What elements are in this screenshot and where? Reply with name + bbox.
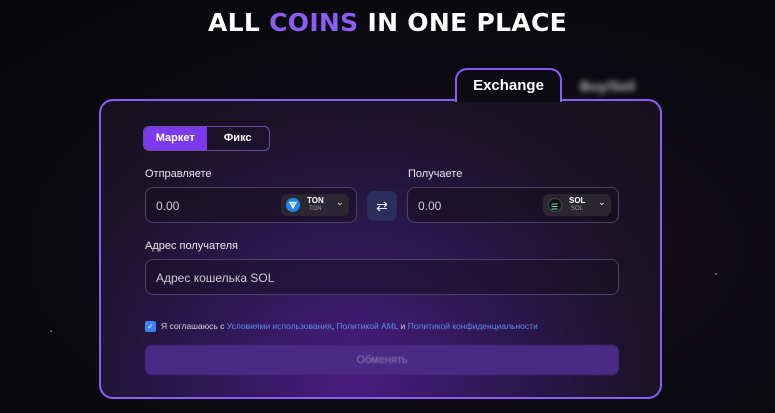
chevron-down-icon: ⌄	[335, 197, 344, 208]
receive-coin-select[interactable]: SOL SOL ⌄	[543, 194, 611, 216]
headline-part1: ALL	[208, 8, 270, 37]
star-decoration	[50, 330, 52, 332]
receive-amount-value[interactable]: 0.00	[418, 199, 441, 213]
ton-icon	[286, 198, 300, 212]
recipient-address-input[interactable]: Адрес кошелька SOL	[145, 259, 619, 295]
exchange-submit-button[interactable]: Обменять	[145, 345, 619, 375]
mode-market-button[interactable]: Маркет	[144, 127, 207, 150]
rate-mode-toggle: Маркет Фикс	[143, 126, 270, 151]
star-decoration	[715, 273, 717, 275]
send-label: Отправляете	[145, 168, 212, 180]
agreement-sep: и	[398, 321, 408, 331]
send-coin-network: TON	[309, 206, 322, 212]
page-title: ALL COINS IN ONE PLACE	[0, 8, 775, 37]
receive-label: Получаете	[408, 168, 463, 180]
send-coin-symbol: TON	[307, 196, 324, 205]
check-icon: ✓	[147, 322, 154, 331]
privacy-policy-link[interactable]: Политикой конфиденциальности	[408, 321, 538, 331]
chevron-down-icon: ⌄	[597, 197, 606, 208]
send-coin-select[interactable]: TON TON ⌄	[281, 194, 349, 216]
tab-exchange[interactable]: Exchange	[455, 68, 562, 102]
swap-arrows-icon: ⇄	[376, 198, 388, 214]
agreement-text: Я соглашаюсь с Условиями использования, …	[161, 321, 538, 331]
receive-coin-network: SOL	[571, 206, 584, 212]
sol-icon	[548, 198, 562, 212]
exchange-card: Маркет Фикс Отправляете 0.00 TON TON ⌄ ⇄…	[99, 99, 662, 399]
tab-buy-sell[interactable]: Buy/Sell	[580, 74, 650, 98]
swap-button[interactable]: ⇄	[367, 191, 397, 221]
receive-coin-symbol: SOL	[569, 196, 586, 205]
send-amount-field[interactable]: 0.00 TON TON ⌄	[145, 187, 357, 223]
mode-fixed-button[interactable]: Фикс	[207, 127, 270, 150]
send-amount-value[interactable]: 0.00	[156, 199, 179, 213]
address-label: Адрес получателя	[145, 240, 238, 252]
terms-link[interactable]: Условиями использования	[227, 321, 332, 331]
aml-policy-link[interactable]: Политикой AML	[336, 321, 398, 331]
agreement-prefix: Я соглашаюсь с	[161, 321, 227, 331]
address-placeholder: Адрес кошелька SOL	[156, 271, 275, 285]
headline-part2: IN ONE PLACE	[358, 8, 567, 37]
agreement-checkbox[interactable]: ✓	[145, 321, 156, 332]
receive-amount-field[interactable]: 0.00 SOL SOL ⌄	[407, 187, 619, 223]
headline-accent: COINS	[269, 8, 359, 37]
